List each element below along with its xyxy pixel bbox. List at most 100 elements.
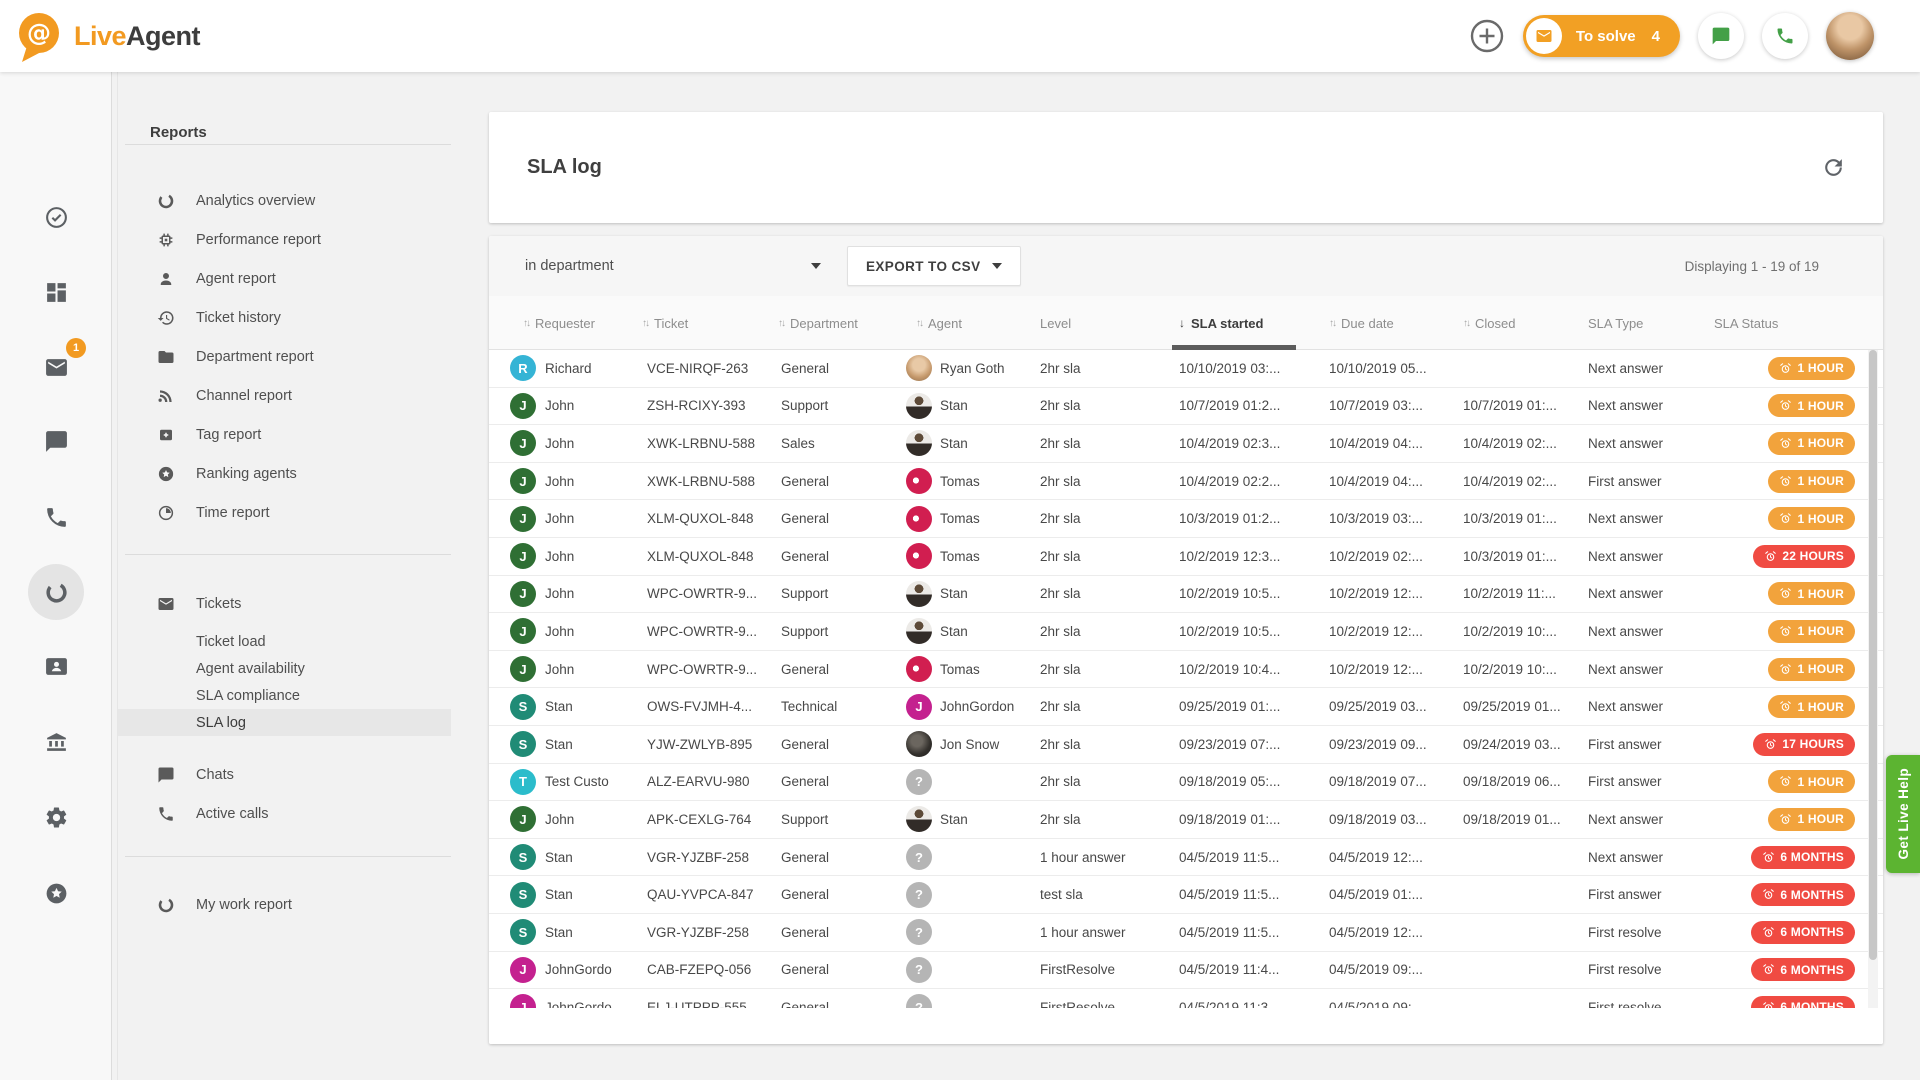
- table-row[interactable]: JJohnGordoELJ-UTPPP-555General?FirstReso…: [489, 989, 1883, 1008]
- avatar-initial: R: [510, 355, 536, 381]
- add-button[interactable]: [1469, 18, 1505, 54]
- column-header-due-date[interactable]: ↑↓Due date: [1310, 296, 1446, 350]
- agent-cell: ?: [902, 989, 1034, 1008]
- sla-started-cell-text: 10/2/2019 10:5...: [1179, 586, 1280, 601]
- column-header-sla-started[interactable]: ↓SLA started: [1170, 296, 1310, 350]
- level-cell: FirstResolve: [1034, 989, 1170, 1008]
- sidebar-item-channel-report[interactable]: Channel report: [118, 376, 451, 415]
- sidebar-item-ranking-agents[interactable]: Ranking agents: [118, 454, 451, 493]
- export-to-csv-button[interactable]: EXPORT TO CSV: [847, 246, 1021, 286]
- table-row[interactable]: TTest CustoALZ-EARVU-980General?2hr sla0…: [489, 764, 1883, 802]
- sidebar-item-my-work-report[interactable]: My work report: [118, 885, 451, 924]
- table-row[interactable]: JJohnGordoCAB-FZEPQ-056General?FirstReso…: [489, 952, 1883, 990]
- closed-cell-text: 09/18/2019 06...: [1463, 774, 1561, 789]
- rail-item-check-circle-icon[interactable]: [36, 197, 76, 237]
- agent-name: Tomas: [940, 549, 980, 564]
- table-row[interactable]: SStanVGR-YJZBF-258General?1 hour answer0…: [489, 914, 1883, 952]
- department-cell-text: General: [781, 962, 829, 977]
- table-row[interactable]: JJohnXWK-LRBNU-588SalesStan2hr sla10/4/2…: [489, 425, 1883, 463]
- sla-started-cell: 04/5/2019 11:5...: [1170, 839, 1310, 876]
- sidebar-item-chats[interactable]: Chats: [118, 755, 451, 794]
- sidebar-item-department-report[interactable]: Department report: [118, 337, 451, 376]
- due-date-cell: 09/18/2019 03...: [1310, 801, 1446, 838]
- department-cell-text: Support: [781, 812, 828, 827]
- closed-cell: 09/24/2019 03...: [1446, 726, 1580, 763]
- rail-item-star-icon[interactable]: [36, 873, 76, 913]
- table-row[interactable]: JJohnXLM-QUXOL-848GeneralTomas2hr sla10/…: [489, 500, 1883, 538]
- due-date-cell: 10/4/2019 04:...: [1310, 425, 1446, 462]
- department-filter-select[interactable]: in department: [525, 258, 821, 274]
- table-row[interactable]: JJohnWPC-OWRTR-9...SupportStan2hr sla10/…: [489, 613, 1883, 651]
- to-solve-button[interactable]: To solve 4: [1523, 15, 1680, 57]
- rail-item-dashboard-icon[interactable]: [36, 272, 76, 312]
- sidebar-item-agent-report[interactable]: Agent report: [118, 259, 451, 298]
- column-header-level: Level: [1034, 296, 1170, 350]
- due-date-cell-text: 10/2/2019 12:...: [1329, 624, 1423, 639]
- sla-status-label: 1 HOUR: [1797, 436, 1844, 450]
- liveagent-logo[interactable]: @ LiveAgent: [14, 10, 200, 62]
- rail-item-gear-icon[interactable]: [36, 797, 76, 837]
- avatar-initial: S: [510, 731, 536, 757]
- department-cell: General: [764, 651, 902, 688]
- column-header-department[interactable]: ↑↓Department: [764, 296, 902, 350]
- level-cell: test sla: [1034, 876, 1170, 913]
- sidebar-subitem-sla-compliance[interactable]: SLA compliance: [118, 682, 451, 709]
- phone-icon: [1775, 26, 1795, 46]
- rail-item-bank-icon[interactable]: [36, 722, 76, 762]
- table-row[interactable]: SStanQAU-YVPCA-847General?test sla04/5/2…: [489, 876, 1883, 914]
- table-row[interactable]: SStanYJW-ZWLYB-895GeneralJon Snow2hr sla…: [489, 726, 1883, 764]
- table-row[interactable]: JJohnAPK-CEXLG-764SupportStan2hr sla09/1…: [489, 801, 1883, 839]
- sidebar-item-tag-report[interactable]: Tag report: [118, 415, 451, 454]
- sidebar-subitem-agent-availability[interactable]: Agent availability: [118, 655, 451, 682]
- level-cell: 2hr sla: [1034, 764, 1170, 801]
- sla-status-cell: 22 HOURS: [1700, 538, 1857, 575]
- avatar-initial: J: [510, 618, 536, 644]
- department-cell-text: General: [781, 737, 829, 752]
- table-row[interactable]: SStanVGR-YJZBF-258General?1 hour answer0…: [489, 839, 1883, 877]
- column-header-agent[interactable]: ↑↓Agent: [902, 296, 1034, 350]
- rail-item-donut-icon[interactable]: [36, 572, 76, 612]
- closed-cell-text: 10/3/2019 01:...: [1463, 549, 1557, 564]
- sidebar-subitem-sla-log[interactable]: SLA log: [118, 709, 451, 736]
- level-cell: 2hr sla: [1034, 425, 1170, 462]
- sidebar-item-analytics-overview[interactable]: Analytics overview: [118, 181, 451, 220]
- column-header-closed[interactable]: ↑↓Closed: [1446, 296, 1580, 350]
- table-row[interactable]: JJohnWPC-OWRTR-9...SupportStan2hr sla10/…: [489, 576, 1883, 614]
- level-cell-text: 2hr sla: [1040, 624, 1081, 639]
- user-avatar[interactable]: [1826, 12, 1874, 60]
- sidebar-item-performance-report[interactable]: Performance report: [118, 220, 451, 259]
- rail-item-contact-card-icon[interactable]: [36, 646, 76, 686]
- level-cell-text: 2hr sla: [1040, 662, 1081, 677]
- calls-button[interactable]: [1762, 13, 1808, 59]
- refresh-button[interactable]: [1821, 155, 1846, 180]
- table-row[interactable]: JJohnXLM-QUXOL-848GeneralTomas2hr sla10/…: [489, 538, 1883, 576]
- sla-type-cell: First answer: [1580, 463, 1700, 500]
- table-vertical-scrollbar[interactable]: [1868, 350, 1878, 1008]
- column-header-ticket[interactable]: ↑↓Ticket: [636, 296, 764, 350]
- ticket-cell: YJW-ZWLYB-895: [636, 726, 764, 763]
- chevron-down-icon: [811, 263, 821, 269]
- chats-button[interactable]: [1698, 13, 1744, 59]
- sla-type-cell-text: Next answer: [1588, 511, 1663, 526]
- sidebar-item-tickets[interactable]: Tickets: [118, 584, 451, 623]
- sla-type-cell-text: First resolve: [1588, 1000, 1662, 1008]
- live-help-label: Get Live Help: [1896, 768, 1911, 859]
- sidebar-item-ticket-history[interactable]: Ticket history: [118, 298, 451, 337]
- get-live-help-tab[interactable]: Get Live Help: [1886, 755, 1920, 873]
- scrollbar-thumb[interactable]: [1869, 350, 1877, 960]
- sla-type-cell-text: Next answer: [1588, 398, 1663, 413]
- brand-text: LiveAgent: [74, 21, 200, 52]
- table-row[interactable]: SStanOWS-FVJMH-4...TechnicalJJohnGordon2…: [489, 688, 1883, 726]
- column-header-requester[interactable]: ↑↓Requester: [500, 296, 636, 350]
- rail-item-mail-icon[interactable]: 1: [36, 347, 76, 387]
- sidebar-item-time-report[interactable]: Time report: [118, 493, 451, 532]
- alarm-clock-icon: [1762, 851, 1775, 864]
- rail-item-phone-icon[interactable]: [36, 497, 76, 537]
- table-row[interactable]: JJohnZSH-RCIXY-393SupportStan2hr sla10/7…: [489, 388, 1883, 426]
- table-row[interactable]: RRichardVCE-NIRQF-263GeneralRyan Goth2hr…: [489, 350, 1883, 388]
- table-row[interactable]: JJohnWPC-OWRTR-9...GeneralTomas2hr sla10…: [489, 651, 1883, 689]
- sidebar-item-active-calls[interactable]: Active calls: [118, 794, 451, 833]
- table-row[interactable]: JJohnXWK-LRBNU-588GeneralTomas2hr sla10/…: [489, 463, 1883, 501]
- sidebar-subitem-ticket-load[interactable]: Ticket load: [118, 628, 451, 655]
- rail-item-chat-icon[interactable]: [36, 421, 76, 461]
